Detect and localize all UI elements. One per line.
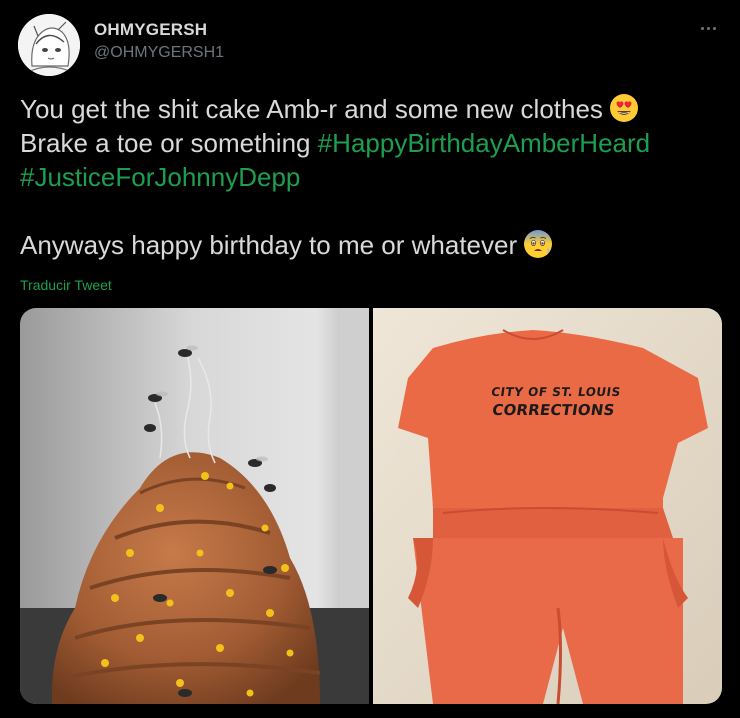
tweet: OHMYGERSH @OHMYGERSH1 You get the shit c… xyxy=(0,0,740,718)
tweet-line-4-text: Anyways happy birthday to me or whatever xyxy=(20,230,518,260)
translate-tweet-link[interactable]: Traducir Tweet xyxy=(20,277,112,293)
user-handle[interactable]: @OHMYGERSH1 xyxy=(94,44,224,62)
photo-cake[interactable] xyxy=(20,308,369,704)
tweet-line-1: You get the shit cake Amb-r and some new… xyxy=(20,92,720,126)
hashtag-happy-birthday[interactable]: #HappyBirthdayAmberHeard xyxy=(318,128,650,158)
tweet-line-4: Anyways happy birthday to me or whatever xyxy=(20,228,720,262)
tweet-line-1-text: You get the shit cake Amb-r and some new… xyxy=(20,94,603,124)
display-name[interactable]: OHMYGERSH xyxy=(94,20,224,40)
hashtag-justice-for-johnny[interactable]: #JusticeForJohnnyDepp xyxy=(20,162,300,192)
shirt-text-line-1: CITY OF ST. LOUIS xyxy=(490,385,622,399)
shirt-print-text: CITY OF ST. LOUIS CORRECTIONS xyxy=(487,383,621,419)
tweet-line-2-text: Brake a toe or something xyxy=(20,128,318,158)
tweet-line-3: #JusticeForJohnnyDepp xyxy=(20,160,720,194)
user-info: OHMYGERSH @OHMYGERSH1 xyxy=(94,20,224,62)
heart-eyes-emoji-icon xyxy=(609,93,639,123)
tweet-text: You get the shit cake Amb-r and some new… xyxy=(20,92,720,262)
anxious-face-emoji-icon xyxy=(523,229,553,259)
avatar[interactable] xyxy=(18,14,80,76)
photo-orange-jumpsuit[interactable]: CITY OF ST. LOUIS CORRECTIONS xyxy=(373,308,722,704)
tweet-line-2: Brake a toe or something #HappyBirthdayA… xyxy=(20,126,720,160)
more-options-icon[interactable] xyxy=(694,18,722,38)
media-grid: CITY OF ST. LOUIS CORRECTIONS xyxy=(20,308,722,704)
shirt-text-line-2: CORRECTIONS xyxy=(491,401,616,419)
